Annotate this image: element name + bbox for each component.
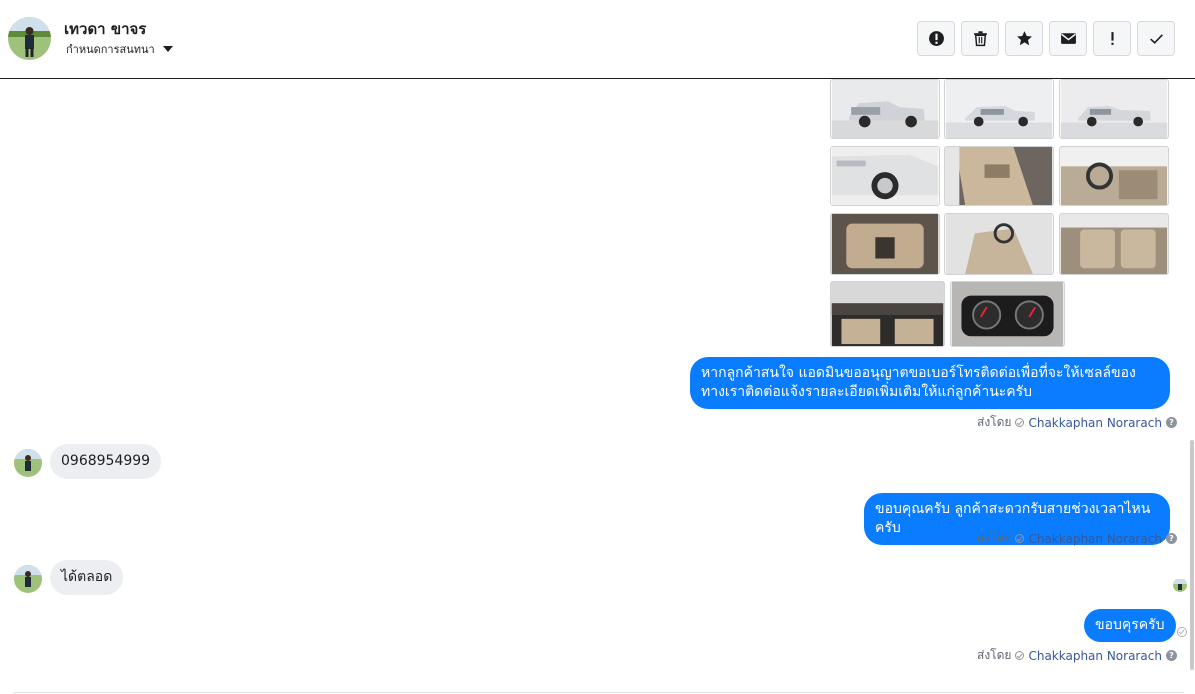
sender-avatar[interactable] (14, 565, 42, 593)
mark-done-button[interactable] (1137, 21, 1175, 56)
attachment-photo[interactable] (830, 213, 940, 275)
outgoing-message[interactable]: หากลูกค้าสนใจ แอดมินขออนุญาตขอเบอร์โทรติ… (690, 357, 1170, 409)
help-icon[interactable]: ? (1165, 533, 1177, 544)
sent-by-info: ส่งโดย Chakkaphan Norarach ? (977, 646, 1177, 665)
sent-by-prefix: ส่งโดย (977, 415, 1012, 429)
conversation-header: เทวดา ขาจร กำหนดการสนทนา (0, 0, 1195, 79)
alert-icon (928, 31, 944, 46)
star-icon (1016, 31, 1032, 46)
sent-by-info: ส่งโดย Chakkaphan Norarach ? (977, 529, 1177, 548)
message-text: ได้ตลอด (61, 569, 113, 585)
attachment-photo[interactable] (1059, 79, 1169, 139)
sent-by-prefix: ส่งโดย (977, 531, 1012, 545)
thread-scrollbar[interactable] (1190, 440, 1194, 670)
delete-button[interactable] (961, 21, 999, 56)
attachment-photo[interactable] (944, 213, 1054, 275)
incoming-message[interactable]: ได้ตลอด (50, 560, 124, 595)
assign-conversation-dropdown[interactable]: กำหนดการสนทนา (66, 40, 173, 58)
help-icon[interactable]: ? (1165, 417, 1177, 428)
attachment-photo[interactable] (830, 79, 940, 139)
star-button[interactable] (1005, 21, 1043, 56)
attachment-photo[interactable] (944, 79, 1054, 139)
composer-divider (14, 692, 1184, 693)
message-text: 0968954999 (61, 453, 151, 469)
help-icon[interactable]: ? (1165, 650, 1177, 661)
agent-name-link[interactable]: Chakkaphan Norarach (1028, 532, 1161, 546)
envelope-icon (1060, 33, 1076, 44)
delivered-check-icon (1177, 627, 1187, 637)
attachment-photo[interactable] (1059, 213, 1169, 275)
agent-name-link[interactable]: Chakkaphan Norarach (1028, 649, 1161, 663)
check-circle-icon (1015, 418, 1025, 427)
message-text: หากลูกค้าสนใจ แอดมินขออนุญาตขอเบอร์โทรติ… (701, 365, 1136, 400)
message-text: ขอบคุรครับ (1095, 617, 1165, 633)
outgoing-message[interactable]: ขอบคุรครับ (1084, 609, 1176, 642)
attachment-photo[interactable] (1059, 146, 1169, 206)
sent-by-info: ส่งโดย Chakkaphan Norarach ? (977, 413, 1177, 432)
agent-name-link[interactable]: Chakkaphan Norarach (1028, 416, 1161, 430)
message-thread: หากลูกค้าสนใจ แอดมินขออนุญาตขอเบอร์โทรติ… (0, 79, 1195, 694)
attachment-photo[interactable] (950, 281, 1065, 347)
attachment-photo[interactable] (944, 146, 1054, 206)
check-circle-icon (1015, 534, 1025, 543)
attachment-photo[interactable] (830, 146, 940, 206)
mark-unread-button[interactable] (1049, 21, 1087, 56)
contact-name[interactable]: เทวดา ขาจร (64, 17, 146, 41)
checkmark-icon (1149, 34, 1163, 44)
sender-avatar[interactable] (14, 449, 42, 477)
assign-label: กำหนดการสนทนา (66, 43, 155, 56)
trash-icon (973, 31, 987, 47)
exclamation-icon (1110, 32, 1114, 45)
follow-up-button[interactable] (1093, 21, 1131, 56)
spam-button[interactable] (917, 21, 955, 56)
seen-indicator-avatar (1173, 578, 1187, 592)
conversation-actions (917, 21, 1175, 56)
incoming-message[interactable]: 0968954999 (50, 444, 162, 479)
caret-down-icon (162, 46, 173, 52)
sent-by-prefix: ส่งโดย (977, 648, 1012, 662)
attachment-photo[interactable] (830, 281, 945, 347)
check-circle-icon (1015, 651, 1025, 660)
contact-avatar[interactable] (8, 17, 51, 60)
